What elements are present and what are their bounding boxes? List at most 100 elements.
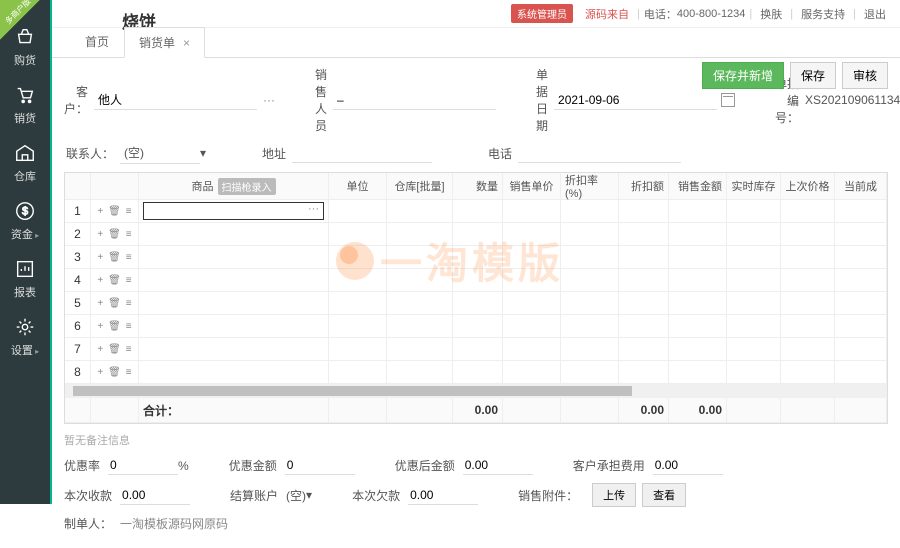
customer-fee-input[interactable] (653, 456, 723, 475)
delete-row-icon[interactable]: 🗑 (108, 206, 121, 217)
horizontal-scrollbar[interactable] (65, 384, 887, 398)
svg-text:$: $ (22, 206, 28, 218)
salesperson-label: 销售人员 (315, 66, 327, 134)
source-link[interactable]: 源码来自 (585, 6, 629, 22)
calendar-icon[interactable] (721, 93, 735, 107)
sidebar-item-fund[interactable]: $ 资金 (0, 192, 50, 250)
product-input[interactable]: ··· (143, 202, 324, 220)
doc-no-value: XS202109061134289 (805, 93, 900, 107)
discount-rate-input[interactable] (108, 456, 178, 475)
col-current-cost: 当前成 (835, 173, 887, 199)
tab-sales-order[interactable]: 销货单× (124, 27, 205, 58)
tab-home[interactable]: 首页 (70, 26, 124, 57)
sidebar-item-settings[interactable]: 设置 (0, 308, 50, 366)
skin-link[interactable]: 换肤 (760, 6, 782, 22)
receive-label: 本次收款 (64, 487, 112, 504)
date-input[interactable] (554, 91, 717, 110)
remark-placeholder[interactable]: 暂无备注信息 (64, 432, 888, 448)
add-row-icon[interactable]: + (97, 298, 103, 309)
row-menu-icon[interactable]: ≡ (126, 321, 132, 332)
add-row-icon[interactable]: + (97, 321, 103, 332)
customer-input[interactable] (94, 91, 257, 110)
scan-button[interactable]: 扫描枪录入 (218, 178, 276, 195)
table-row[interactable]: 5+🗑≡ (65, 292, 887, 315)
col-rate: 折扣率(%) (561, 173, 619, 199)
tel-label: 电话 (472, 145, 512, 162)
tab-bar: 首页 销货单× (52, 28, 900, 58)
col-product: 商品 (192, 178, 214, 194)
add-row-icon[interactable]: + (97, 367, 103, 378)
support-link[interactable]: 服务支持 (801, 6, 845, 22)
dollar-icon: $ (14, 200, 36, 222)
col-stock: 实时库存 (727, 173, 781, 199)
delete-row-icon[interactable]: 🗑 (108, 275, 121, 286)
table-row[interactable]: 6+🗑≡ (65, 315, 887, 338)
total-amount: 0.00 (669, 398, 727, 422)
receive-input[interactable] (120, 486, 190, 505)
address-input[interactable] (292, 144, 432, 163)
view-button[interactable]: 查看 (642, 483, 686, 507)
row-menu-icon[interactable]: ≡ (126, 275, 132, 286)
table-row[interactable]: 1+🗑≡··· (65, 200, 887, 223)
audit-button[interactable]: 审核 (842, 62, 888, 89)
save-button[interactable]: 保存 (790, 62, 836, 89)
after-discount-label: 优惠后金额 (395, 457, 455, 474)
row-menu-icon[interactable]: ≡ (126, 229, 132, 240)
customer-lookup-icon[interactable]: ··· (263, 93, 275, 107)
add-row-icon[interactable]: + (97, 252, 103, 263)
maker-value: 一淘模板源码网原码 (120, 515, 228, 532)
add-row-icon[interactable]: + (97, 206, 103, 217)
account-label: 结算账户 (230, 487, 278, 504)
cart-icon (14, 84, 36, 106)
row-menu-icon[interactable]: ≡ (126, 367, 132, 378)
upload-button[interactable]: 上传 (592, 483, 636, 507)
gear-icon (14, 316, 36, 338)
col-qty: 数量 (453, 173, 503, 199)
row-menu-icon[interactable]: ≡ (126, 206, 132, 217)
table-row[interactable]: 4+🗑≡ (65, 269, 887, 292)
sidebar-item-report[interactable]: 报表 (0, 250, 50, 308)
phone-number: 400-800-1234 (677, 8, 746, 20)
total-discount: 0.00 (619, 398, 669, 422)
customer-fee-label: 客户承担费用 (573, 457, 645, 474)
delete-row-icon[interactable]: 🗑 (108, 229, 121, 240)
row-menu-icon[interactable]: ≡ (126, 298, 132, 309)
after-discount-input[interactable] (463, 456, 533, 475)
owe-label: 本次欠款 (352, 487, 400, 504)
total-qty: 0.00 (453, 398, 503, 422)
customer-label: 客 户： (64, 83, 88, 117)
admin-badge: 系统管理员 (511, 4, 573, 23)
salesperson-input[interactable] (333, 91, 496, 110)
address-label: 地址 (246, 145, 286, 162)
add-row-icon[interactable]: + (97, 275, 103, 286)
table-row[interactable]: 7+🗑≡ (65, 338, 887, 361)
table-row[interactable]: 3+🗑≡ (65, 246, 887, 269)
action-bar: 保存并新增 保存 审核 (702, 62, 888, 89)
row-menu-icon[interactable]: ≡ (126, 344, 132, 355)
close-icon[interactable]: × (183, 36, 190, 50)
col-unit: 单位 (329, 173, 387, 199)
row-menu-icon[interactable]: ≡ (126, 252, 132, 263)
delete-row-icon[interactable]: 🗑 (108, 344, 121, 355)
save-and-new-button[interactable]: 保存并新增 (702, 62, 784, 89)
account-select[interactable]: (空) (286, 487, 306, 504)
warehouse-icon (14, 142, 36, 164)
add-row-icon[interactable]: + (97, 344, 103, 355)
table-row[interactable]: 2+🗑≡ (65, 223, 887, 246)
attachment-label: 销售附件： (518, 487, 578, 504)
discount-amt-input[interactable] (285, 456, 355, 475)
add-row-icon[interactable]: + (97, 229, 103, 240)
logout-link[interactable]: 退出 (864, 6, 886, 22)
table-row[interactable]: 8+🗑≡ (65, 361, 887, 384)
tel-input[interactable] (518, 144, 681, 163)
delete-row-icon[interactable]: 🗑 (108, 252, 121, 263)
sidebar-item-sales[interactable]: 销货 (0, 76, 50, 134)
delete-row-icon[interactable]: 🗑 (108, 321, 121, 332)
owe-input[interactable] (408, 486, 478, 505)
contact-select[interactable]: (空) (120, 142, 200, 164)
delete-row-icon[interactable]: 🗑 (108, 298, 121, 309)
delete-row-icon[interactable]: 🗑 (108, 367, 121, 378)
sidebar: 购货 销货 仓库 $ 资金 报表 设置 (0, 0, 50, 504)
total-label: 合计： (139, 398, 329, 422)
sidebar-item-warehouse[interactable]: 仓库 (0, 134, 50, 192)
